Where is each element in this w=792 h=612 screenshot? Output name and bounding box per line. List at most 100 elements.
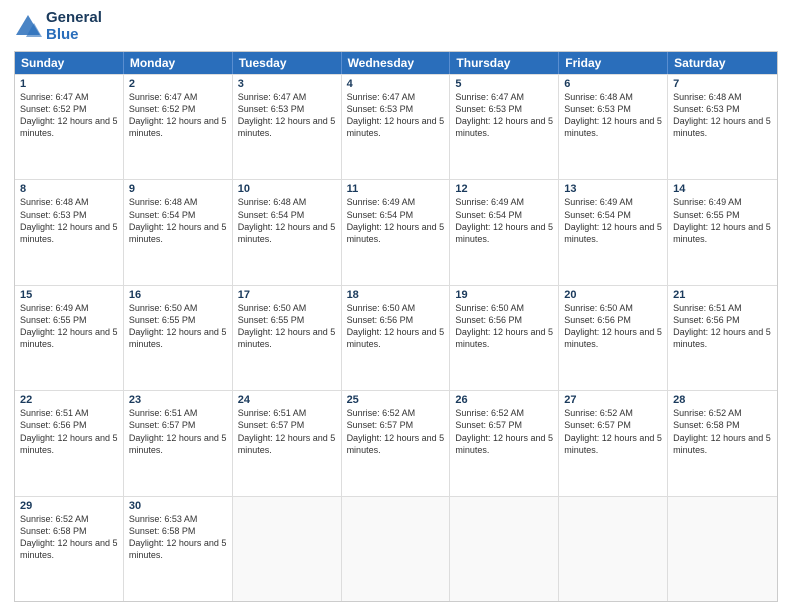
day-info: Sunrise: 6:47 AMSunset: 6:53 PMDaylight:… [238,91,336,140]
day-number: 5 [455,78,553,90]
calendar-cell: 2 Sunrise: 6:47 AMSunset: 6:52 PMDayligh… [124,75,233,179]
calendar-cell: 28 Sunrise: 6:52 AMSunset: 6:58 PMDaylig… [668,391,777,495]
day-info: Sunrise: 6:51 AMSunset: 6:56 PMDaylight:… [20,407,118,456]
calendar-cell: 9 Sunrise: 6:48 AMSunset: 6:54 PMDayligh… [124,180,233,284]
calendar-cell [559,497,668,601]
calendar-cell [668,497,777,601]
day-info: Sunrise: 6:53 AMSunset: 6:58 PMDaylight:… [129,513,227,562]
calendar-cell: 13 Sunrise: 6:49 AMSunset: 6:54 PMDaylig… [559,180,668,284]
calendar-cell: 6 Sunrise: 6:48 AMSunset: 6:53 PMDayligh… [559,75,668,179]
day-number: 29 [20,500,118,512]
day-number: 9 [129,183,227,195]
day-info: Sunrise: 6:48 AMSunset: 6:53 PMDaylight:… [673,91,772,140]
day-info: Sunrise: 6:52 AMSunset: 6:58 PMDaylight:… [20,513,118,562]
day-number: 13 [564,183,662,195]
calendar-cell: 11 Sunrise: 6:49 AMSunset: 6:54 PMDaylig… [342,180,451,284]
day-number: 16 [129,289,227,301]
day-number: 26 [455,394,553,406]
day-info: Sunrise: 6:47 AMSunset: 6:53 PMDaylight:… [455,91,553,140]
day-number: 11 [347,183,445,195]
calendar-cell: 8 Sunrise: 6:48 AMSunset: 6:53 PMDayligh… [15,180,124,284]
day-info: Sunrise: 6:48 AMSunset: 6:54 PMDaylight:… [238,196,336,245]
calendar-cell: 5 Sunrise: 6:47 AMSunset: 6:53 PMDayligh… [450,75,559,179]
day-info: Sunrise: 6:52 AMSunset: 6:57 PMDaylight:… [564,407,662,456]
day-info: Sunrise: 6:49 AMSunset: 6:55 PMDaylight:… [20,302,118,351]
calendar-cell: 4 Sunrise: 6:47 AMSunset: 6:53 PMDayligh… [342,75,451,179]
day-info: Sunrise: 6:47 AMSunset: 6:53 PMDaylight:… [347,91,445,140]
day-number: 1 [20,78,118,90]
calendar-body: 1 Sunrise: 6:47 AMSunset: 6:52 PMDayligh… [15,74,777,601]
calendar-cell: 25 Sunrise: 6:52 AMSunset: 6:57 PMDaylig… [342,391,451,495]
day-info: Sunrise: 6:49 AMSunset: 6:55 PMDaylight:… [673,196,772,245]
day-info: Sunrise: 6:48 AMSunset: 6:53 PMDaylight:… [564,91,662,140]
day-number: 27 [564,394,662,406]
calendar-cell [450,497,559,601]
day-info: Sunrise: 6:51 AMSunset: 6:57 PMDaylight:… [238,407,336,456]
day-number: 24 [238,394,336,406]
calendar-cell: 16 Sunrise: 6:50 AMSunset: 6:55 PMDaylig… [124,286,233,390]
calendar-week-5: 29 Sunrise: 6:52 AMSunset: 6:58 PMDaylig… [15,496,777,601]
calendar-cell: 10 Sunrise: 6:48 AMSunset: 6:54 PMDaylig… [233,180,342,284]
calendar-week-4: 22 Sunrise: 6:51 AMSunset: 6:56 PMDaylig… [15,390,777,495]
calendar-cell: 30 Sunrise: 6:53 AMSunset: 6:58 PMDaylig… [124,497,233,601]
header-wednesday: Wednesday [342,52,451,74]
day-number: 10 [238,183,336,195]
calendar-week-3: 15 Sunrise: 6:49 AMSunset: 6:55 PMDaylig… [15,285,777,390]
day-number: 4 [347,78,445,90]
day-number: 14 [673,183,772,195]
calendar-week-2: 8 Sunrise: 6:48 AMSunset: 6:53 PMDayligh… [15,179,777,284]
day-info: Sunrise: 6:50 AMSunset: 6:56 PMDaylight:… [564,302,662,351]
calendar-cell: 26 Sunrise: 6:52 AMSunset: 6:57 PMDaylig… [450,391,559,495]
header-friday: Friday [559,52,668,74]
header-thursday: Thursday [450,52,559,74]
calendar-cell: 18 Sunrise: 6:50 AMSunset: 6:56 PMDaylig… [342,286,451,390]
day-info: Sunrise: 6:48 AMSunset: 6:54 PMDaylight:… [129,196,227,245]
day-info: Sunrise: 6:49 AMSunset: 6:54 PMDaylight:… [564,196,662,245]
calendar: Sunday Monday Tuesday Wednesday Thursday… [14,51,778,602]
day-number: 8 [20,183,118,195]
day-info: Sunrise: 6:51 AMSunset: 6:57 PMDaylight:… [129,407,227,456]
day-number: 23 [129,394,227,406]
calendar-cell: 1 Sunrise: 6:47 AMSunset: 6:52 PMDayligh… [15,75,124,179]
day-info: Sunrise: 6:50 AMSunset: 6:56 PMDaylight:… [347,302,445,351]
day-info: Sunrise: 6:47 AMSunset: 6:52 PMDaylight:… [129,91,227,140]
calendar-cell [233,497,342,601]
calendar-cell: 12 Sunrise: 6:49 AMSunset: 6:54 PMDaylig… [450,180,559,284]
day-info: Sunrise: 6:50 AMSunset: 6:55 PMDaylight:… [129,302,227,351]
day-info: Sunrise: 6:52 AMSunset: 6:58 PMDaylight:… [673,407,772,456]
day-info: Sunrise: 6:51 AMSunset: 6:56 PMDaylight:… [673,302,772,351]
day-number: 28 [673,394,772,406]
day-number: 17 [238,289,336,301]
day-number: 7 [673,78,772,90]
calendar-week-1: 1 Sunrise: 6:47 AMSunset: 6:52 PMDayligh… [15,74,777,179]
calendar-cell: 14 Sunrise: 6:49 AMSunset: 6:55 PMDaylig… [668,180,777,284]
calendar-cell: 23 Sunrise: 6:51 AMSunset: 6:57 PMDaylig… [124,391,233,495]
calendar-cell: 15 Sunrise: 6:49 AMSunset: 6:55 PMDaylig… [15,286,124,390]
day-number: 19 [455,289,553,301]
day-number: 3 [238,78,336,90]
day-info: Sunrise: 6:48 AMSunset: 6:53 PMDaylight:… [20,196,118,245]
day-number: 6 [564,78,662,90]
logo-icon [14,13,42,41]
day-info: Sunrise: 6:47 AMSunset: 6:52 PMDaylight:… [20,91,118,140]
day-number: 15 [20,289,118,301]
day-number: 20 [564,289,662,301]
day-info: Sunrise: 6:49 AMSunset: 6:54 PMDaylight:… [455,196,553,245]
day-info: Sunrise: 6:49 AMSunset: 6:54 PMDaylight:… [347,196,445,245]
day-info: Sunrise: 6:50 AMSunset: 6:56 PMDaylight:… [455,302,553,351]
logo-text: General Blue [46,10,102,43]
day-number: 12 [455,183,553,195]
header-sunday: Sunday [15,52,124,74]
day-info: Sunrise: 6:52 AMSunset: 6:57 PMDaylight:… [347,407,445,456]
calendar-cell: 22 Sunrise: 6:51 AMSunset: 6:56 PMDaylig… [15,391,124,495]
day-number: 30 [129,500,227,512]
calendar-cell: 20 Sunrise: 6:50 AMSunset: 6:56 PMDaylig… [559,286,668,390]
header-saturday: Saturday [668,52,777,74]
calendar-cell: 3 Sunrise: 6:47 AMSunset: 6:53 PMDayligh… [233,75,342,179]
day-number: 18 [347,289,445,301]
calendar-cell: 21 Sunrise: 6:51 AMSunset: 6:56 PMDaylig… [668,286,777,390]
header-tuesday: Tuesday [233,52,342,74]
header-monday: Monday [124,52,233,74]
calendar-cell: 27 Sunrise: 6:52 AMSunset: 6:57 PMDaylig… [559,391,668,495]
day-info: Sunrise: 6:52 AMSunset: 6:57 PMDaylight:… [455,407,553,456]
